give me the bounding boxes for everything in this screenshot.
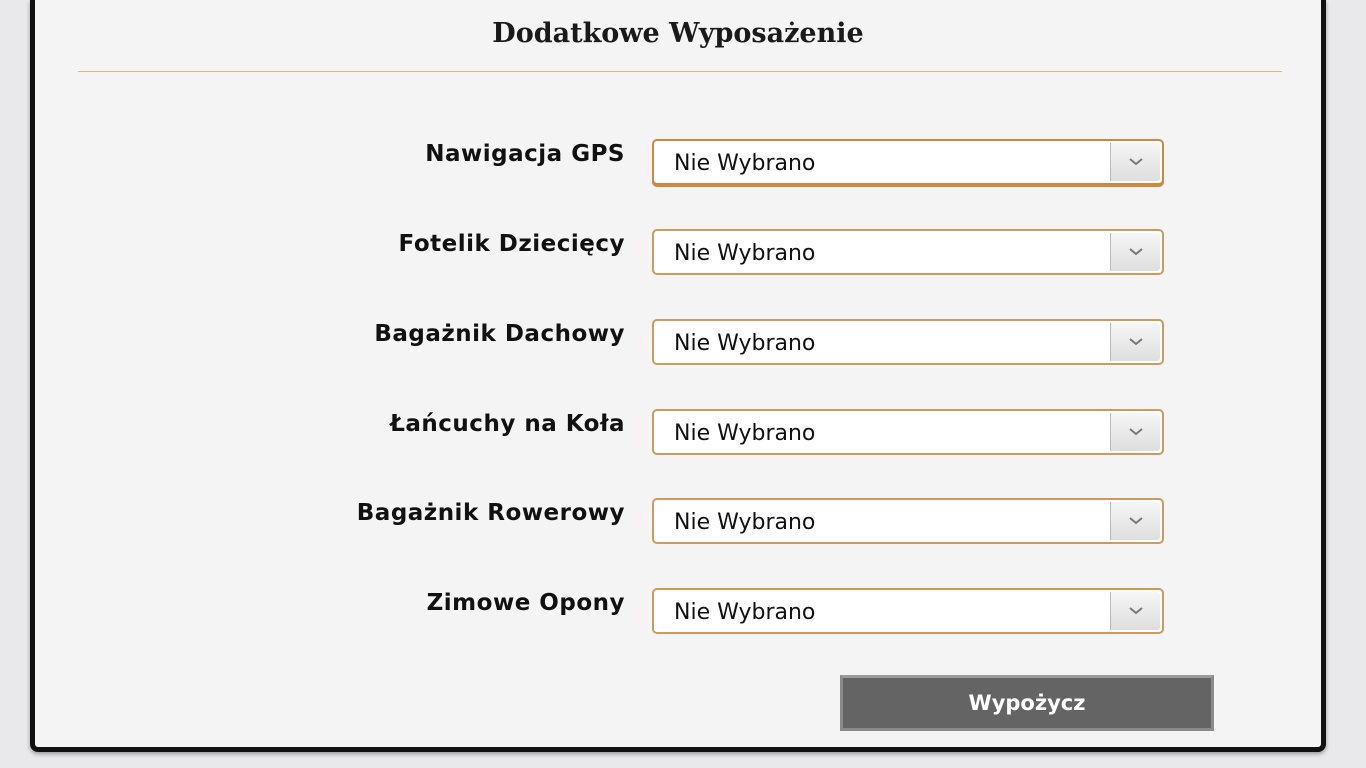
chevron-down-icon[interactable]	[1110, 413, 1160, 451]
chevron-down-icon[interactable]	[1110, 323, 1160, 361]
gps-select[interactable]: Nie Wybrano	[652, 139, 1164, 185]
child-seat-label: Fotelik Dziecięcy	[398, 231, 625, 257]
chevron-down-icon[interactable]	[1110, 592, 1160, 630]
child-seat-select-value: Nie Wybrano	[674, 241, 816, 266]
winter-tires-label: Zimowe Opony	[426, 590, 625, 616]
title-divider	[78, 71, 1282, 72]
gps-select-value: Nie Wybrano	[674, 151, 816, 176]
snow-chains-select[interactable]: Nie Wybrano	[652, 409, 1164, 455]
bike-rack-select[interactable]: Nie Wybrano	[652, 498, 1164, 544]
roof-rack-select-value: Nie Wybrano	[674, 331, 816, 356]
equipment-row-roof-rack: Bagażnik Dachowy Nie Wybrano	[35, 319, 1170, 365]
bike-rack-label: Bagażnik Rowerowy	[356, 500, 625, 526]
equipment-row-winter-tires: Zimowe Opony Nie Wybrano	[35, 588, 1170, 634]
snow-chains-select-value: Nie Wybrano	[674, 421, 816, 446]
chevron-down-icon[interactable]	[1110, 143, 1160, 181]
rent-button[interactable]: Wypożycz	[840, 675, 1214, 731]
bike-rack-select-value: Nie Wybrano	[674, 510, 816, 535]
chevron-down-icon[interactable]	[1110, 233, 1160, 271]
snow-chains-label: Łańcuchy na Koła	[390, 411, 625, 437]
roof-rack-label: Bagażnik Dachowy	[374, 321, 625, 347]
equipment-row-child-seat: Fotelik Dziecięcy Nie Wybrano	[35, 229, 1170, 275]
equipment-panel: Dodatkowe Wyposażenie Nawigacja GPS Nie …	[30, 0, 1326, 752]
equipment-row-gps: Nawigacja GPS Nie Wybrano	[35, 139, 1170, 185]
winter-tires-select-value: Nie Wybrano	[674, 600, 816, 625]
section-title: Dodatkowe Wyposażenie	[492, 18, 864, 49]
roof-rack-select[interactable]: Nie Wybrano	[652, 319, 1164, 365]
gps-label: Nawigacja GPS	[425, 141, 625, 167]
equipment-row-snow-chains: Łańcuchy na Koła Nie Wybrano	[35, 409, 1170, 455]
child-seat-select[interactable]: Nie Wybrano	[652, 229, 1164, 275]
chevron-down-icon[interactable]	[1110, 502, 1160, 540]
equipment-row-bike-rack: Bagażnik Rowerowy Nie Wybrano	[35, 498, 1170, 544]
winter-tires-select[interactable]: Nie Wybrano	[652, 588, 1164, 634]
